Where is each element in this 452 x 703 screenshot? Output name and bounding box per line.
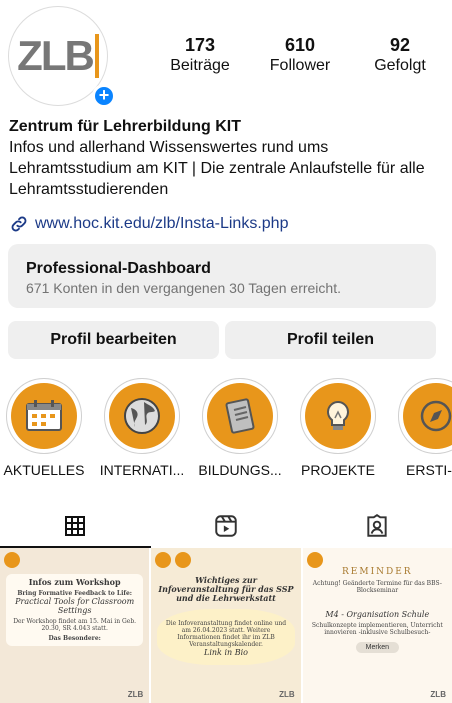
profile-actions: Profil bearbeiten Profil teilen bbox=[8, 321, 436, 359]
tab-posts[interactable] bbox=[0, 504, 151, 548]
logo-accent-bar bbox=[94, 34, 99, 78]
highlight-ring bbox=[300, 378, 376, 454]
document-icon bbox=[225, 398, 255, 434]
post-card: Die Infoveranstaltung findet online und … bbox=[157, 609, 295, 665]
highlight-cover bbox=[305, 383, 371, 449]
stat-label: Gefolgt bbox=[374, 57, 426, 74]
stat-label: Beiträge bbox=[170, 57, 230, 74]
zlb-badge-icon bbox=[155, 552, 172, 568]
highlight-label: INTERNATI... bbox=[99, 462, 185, 478]
highlight-aktuelles[interactable]: AKTUELLES bbox=[0, 378, 90, 478]
link-text[interactable]: www.hoc.kit.edu/zlb/Insta-Links.php bbox=[35, 215, 288, 233]
tab-reels[interactable] bbox=[151, 504, 302, 548]
globe-icon bbox=[124, 398, 160, 434]
post-footer-logo: ZLB bbox=[127, 690, 144, 699]
tab-tagged[interactable] bbox=[301, 504, 452, 548]
reels-icon bbox=[215, 515, 237, 537]
highlight-projekte[interactable]: PROJEKTE bbox=[292, 378, 384, 478]
stat-posts[interactable]: 173 Beiträge bbox=[150, 34, 250, 76]
lightbulb-icon bbox=[327, 400, 349, 430]
post-thumbnail[interactable]: Infos zum Workshop Bring Formative Feedb… bbox=[0, 548, 150, 703]
link-icon bbox=[11, 216, 27, 232]
highlight-label: AKTUELLES bbox=[3, 462, 85, 478]
highlight-label: PROJEKTE bbox=[301, 462, 375, 478]
profile-avatar[interactable]: ZLB + bbox=[8, 6, 116, 110]
zlb-badge-icon bbox=[306, 552, 323, 568]
bio-link[interactable]: www.hoc.kit.edu/zlb/Insta-Links.php bbox=[9, 214, 288, 234]
highlight-cover bbox=[403, 383, 452, 449]
highlight-cover bbox=[11, 383, 77, 449]
tagged-person-icon bbox=[367, 513, 387, 537]
share-profile-button[interactable]: Profil teilen bbox=[225, 321, 436, 359]
highlight-label: BILDUNGS... bbox=[198, 462, 282, 478]
stat-count: 173 bbox=[184, 35, 216, 55]
post-title: Wichtiges zur Infoveranstaltung für das … bbox=[158, 575, 294, 603]
grid-icon bbox=[65, 516, 86, 536]
highlight-ring bbox=[398, 378, 452, 454]
post-grid: Infos zum Workshop Bring Formative Feedb… bbox=[0, 548, 452, 703]
post-footer-logo: ZLB bbox=[430, 690, 446, 699]
stat-label: Follower bbox=[269, 57, 331, 74]
post-card: Infos zum Workshop Bring Formative Feedb… bbox=[6, 574, 144, 646]
highlight-cover bbox=[109, 383, 175, 449]
logo-text: ZLB bbox=[17, 32, 95, 79]
stat-followers[interactable]: 610 Follower bbox=[250, 34, 350, 76]
highlight-ring bbox=[202, 378, 278, 454]
compass-icon bbox=[420, 400, 452, 432]
profile-stats: 173 Beiträge 610 Follower 92 Gefolgt bbox=[150, 34, 452, 76]
post-line: Das Besondere: bbox=[48, 635, 101, 642]
highlight-label: ERSTI-HI bbox=[406, 462, 452, 478]
post-line: Der Workshop findet am 15. Mai in Geb. 2… bbox=[13, 618, 137, 632]
highlight-ring bbox=[6, 378, 82, 454]
highlight-ersti[interactable]: ERSTI-HI bbox=[390, 378, 452, 478]
professional-dashboard[interactable]: Professional-Dashboard 671 Konten in den… bbox=[8, 244, 436, 308]
post-title: REMINDER bbox=[342, 567, 413, 577]
highlight-bildung[interactable]: BILDUNGS... bbox=[194, 378, 286, 478]
post-thumbnail[interactable]: REMINDER Achtung! Geänderte Termine für … bbox=[302, 548, 452, 703]
edit-profile-button[interactable]: Profil bearbeiten bbox=[8, 321, 219, 359]
post-small: Schulkonzepte implementieren, Unterricht… bbox=[311, 622, 443, 636]
post-body: Achtung! Geänderte Termine für das BBS-B… bbox=[312, 580, 442, 594]
post-script: Practical Tools for Classroom Settings bbox=[15, 597, 135, 615]
post-script: Link in Bio bbox=[204, 648, 248, 657]
highlight-international[interactable]: INTERNATI... bbox=[96, 378, 188, 478]
post-body: Die Infoveranstaltung findet online und … bbox=[165, 620, 287, 648]
stat-count: 92 bbox=[389, 35, 411, 55]
story-highlights: AKTUELLES INTERNATI... BILDUNGS... PROJE… bbox=[0, 378, 452, 482]
bio-text: Infos und allerhand Wissenswertes rund u… bbox=[9, 139, 425, 198]
post-title: Infos zum Workshop bbox=[28, 577, 121, 587]
dashboard-subtitle: 671 Konten in den vergangenen 30 Tagen e… bbox=[26, 280, 341, 296]
post-subtitle: Bring Formative Feedback to Life: bbox=[17, 590, 132, 597]
add-story-icon[interactable]: + bbox=[92, 84, 116, 108]
post-footer-logo: ZLB bbox=[279, 690, 295, 699]
calendar-icon bbox=[26, 400, 62, 431]
zlb-badge-icon bbox=[4, 552, 20, 568]
profile-name: Zentrum für Lehrerbildung KIT bbox=[9, 118, 241, 135]
highlight-cover bbox=[207, 383, 273, 449]
profile-tabs bbox=[0, 504, 452, 548]
profile-bio: Zentrum für Lehrerbildung KIT Infos und … bbox=[9, 116, 449, 200]
stat-following[interactable]: 92 Gefolgt bbox=[350, 34, 450, 76]
highlight-ring bbox=[104, 378, 180, 454]
lightbulb-badge-icon bbox=[175, 552, 192, 568]
zlb-logo: ZLB bbox=[17, 32, 99, 80]
stat-count: 610 bbox=[284, 35, 316, 55]
post-thumbnail[interactable]: Wichtiges zur Infoveranstaltung für das … bbox=[151, 548, 301, 703]
merken-button: Merken bbox=[355, 642, 399, 653]
post-script: M4 - Organisation Schule bbox=[325, 610, 430, 619]
dashboard-title: Professional-Dashboard bbox=[26, 260, 211, 277]
